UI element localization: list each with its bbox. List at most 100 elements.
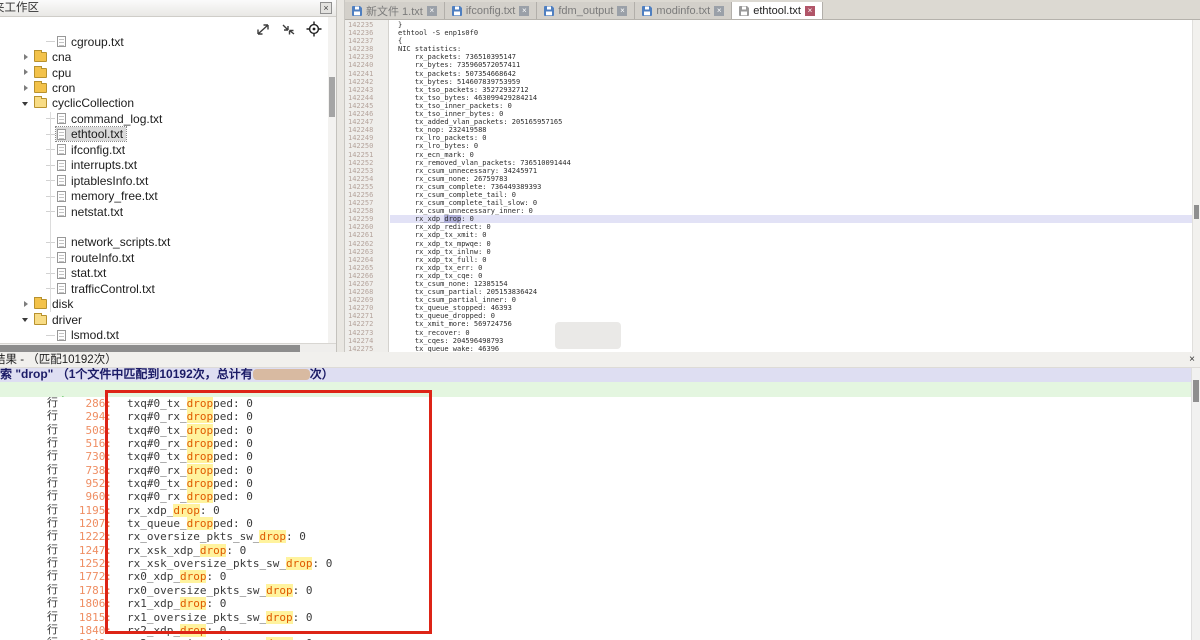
line-number: 142265: [345, 264, 388, 272]
line-number: 142251: [345, 151, 388, 159]
panel-splitter[interactable]: [337, 0, 345, 352]
sidebar-item-lsmod-txt[interactable]: lsmod.txt: [0, 327, 328, 342]
result-row-line-516[interactable]: 行516:rxq#0_rx_dropped: 0: [0, 437, 1191, 450]
tab-close-icon[interactable]: ×: [519, 6, 529, 16]
result-line-number: 1222:: [56, 530, 112, 543]
result-row-line-1815[interactable]: 行1815:rx1_oversize_pkts_sw_drop: 0: [0, 611, 1191, 624]
workspace-close-icon[interactable]: ×: [320, 2, 332, 14]
collapse-arrows-icon[interactable]: [281, 23, 296, 36]
result-row-line-1222[interactable]: 行1222:rx_oversize_pkts_sw_drop: 0: [0, 530, 1191, 543]
tab-close-icon[interactable]: ×: [714, 6, 724, 16]
match-highlight: drop: [187, 464, 214, 477]
folder-icon: [34, 68, 47, 78]
line-number: 142274: [345, 337, 388, 345]
result-match-text: txq#0_tx_dropped: 0: [127, 450, 253, 463]
results-file-path[interactable]: E:\日志\armod0523.odata.ncmp.unicom.locaar…: [0, 382, 1200, 397]
results-titlebar: 搜索结果 - （匹配10192次） ×: [0, 352, 1200, 368]
locate-target-icon[interactable]: [306, 21, 322, 37]
result-row-line-730[interactable]: 行730:txq#0_tx_dropped: 0: [0, 450, 1191, 463]
chevron-down-icon[interactable]: [22, 99, 31, 108]
code-line: rx_xdp_tx_err: 0: [390, 264, 1192, 272]
code-line: ethtool -S enp1s0f0: [390, 29, 1192, 37]
tab-ifconfig.txt[interactable]: ifconfig.txt×: [445, 2, 538, 19]
line-number: 142238: [345, 45, 388, 53]
scrollbar-thumb[interactable]: [0, 345, 300, 352]
result-line-number: 952:: [56, 477, 112, 490]
sidebar-item-driver[interactable]: driver: [0, 312, 328, 327]
result-row-line-952[interactable]: 行952:txq#0_tx_dropped: 0: [0, 477, 1191, 490]
scrollbar-thumb[interactable]: [1194, 205, 1199, 219]
tab-fdm_output[interactable]: fdm_output×: [537, 2, 635, 19]
match-highlight: drop: [266, 611, 293, 624]
tree-item-label: ethtool.txt: [71, 127, 123, 141]
tab-close-icon[interactable]: ×: [805, 6, 815, 16]
match-highlight: drop: [187, 410, 214, 423]
tab-close-icon[interactable]: ×: [617, 6, 627, 16]
scrollbar-thumb[interactable]: [329, 77, 335, 117]
code-line: rx_xdp_tx_cqe: 0: [390, 272, 1192, 280]
result-row-line-1772[interactable]: 行1772:rx0_xdp_drop: 0: [0, 570, 1191, 583]
sidebar-item-cron[interactable]: cron: [0, 80, 328, 95]
results-close-icon[interactable]: ×: [1189, 353, 1195, 367]
tree-horizontal-scrollbar[interactable]: [0, 343, 336, 352]
file-icon: [57, 129, 66, 140]
chevron-right-icon[interactable]: [22, 68, 31, 77]
selected-item-highlight[interactable]: ethtool.txt: [56, 127, 126, 141]
line-number: 142255: [345, 183, 388, 191]
chevron-right-icon[interactable]: [22, 84, 31, 93]
results-vertical-scrollbar[interactable]: [1191, 368, 1200, 640]
result-row-line-960[interactable]: 行960:rxq#0_rx_dropped: 0: [0, 490, 1191, 503]
result-line-number: 1252:: [56, 557, 112, 570]
result-row-line-1195[interactable]: 行1195:rx_xdp_drop: 0: [0, 504, 1191, 517]
code-line: {: [390, 37, 1192, 45]
match-highlight: drop: [187, 477, 214, 490]
file-icon: [57, 206, 66, 217]
workspace-toolbar: [256, 21, 322, 37]
code-editor[interactable]: 1422351422361422371422381422391422401422…: [345, 20, 1200, 352]
chevron-down-icon[interactable]: [22, 315, 31, 324]
result-row-line-738[interactable]: 行738:rxq#0_rx_dropped: 0: [0, 464, 1191, 477]
result-row-line-508[interactable]: 行508:txq#0_tx_dropped: 0: [0, 424, 1191, 437]
tree-item-label: trafficControl.txt: [71, 282, 155, 296]
folder-icon: [34, 83, 47, 93]
result-row-line-1207[interactable]: 行1207:tx_queue_dropped: 0: [0, 517, 1191, 530]
result-row-line-294[interactable]: 行294:rxq#0_rx_dropped: 0: [0, 410, 1191, 423]
result-match-text: rx_xdp_drop: 0: [127, 504, 220, 517]
tree-vertical-scrollbar[interactable]: [328, 17, 336, 343]
line-number: 142263: [345, 248, 388, 256]
file-icon: [57, 113, 66, 124]
sidebar-item-cyclicCollection[interactable]: cyclicCollection: [0, 96, 328, 111]
match-highlight: drop: [200, 544, 227, 557]
result-row-line-1247[interactable]: 行1247:rx_xsk_xdp_drop: 0: [0, 544, 1191, 557]
file-tree: cgroup.txtcnacpucroncyclicCollectioncomm…: [0, 17, 328, 343]
code-area[interactable]: }ethtool -S enp1s0f0{NIC statistics: rx_…: [390, 20, 1192, 352]
line-number: 142243: [345, 86, 388, 94]
result-row-line-1252[interactable]: 行1252:rx_xsk_oversize_pkts_sw_drop: 0: [0, 557, 1191, 570]
line-number: 142272: [345, 320, 388, 328]
result-row-line-1840[interactable]: 行1840:rx2_xdp_drop: 0: [0, 624, 1191, 637]
chevron-right-icon[interactable]: [22, 53, 31, 62]
tab-modinfo.txt[interactable]: modinfo.txt ×: [635, 2, 732, 19]
folder-open-icon: [34, 315, 47, 325]
tab-label: modinfo.txt: [656, 5, 710, 17]
code-line: tx_queue_wake: 46396: [390, 345, 1192, 352]
expand-arrows-icon[interactable]: [256, 23, 271, 36]
tab-新文件 1.txt[interactable]: 新文件 1.txt×: [345, 2, 445, 19]
folder-icon: [34, 52, 47, 62]
result-row-line-1781[interactable]: 行1781:rx0_oversize_pkts_sw_drop: 0: [0, 584, 1191, 597]
tab-ethtool.txt[interactable]: ethtool.txt×: [732, 2, 823, 19]
result-row-line-1806[interactable]: 行1806:rx1_xdp_drop: 0: [0, 597, 1191, 610]
chevron-right-icon[interactable]: [22, 300, 31, 309]
tree-guide: [46, 335, 55, 336]
sidebar-item-cpu[interactable]: cpu: [0, 65, 328, 80]
code-line: rx_csum_complete_tail: 0: [390, 191, 1192, 199]
results-list: 行286:txq#0_tx_dropped: 0行294:rxq#0_rx_dr…: [0, 397, 1191, 640]
code-line: rx_xdp_tx_mpwqe: 0: [390, 240, 1192, 248]
tab-close-icon[interactable]: ×: [427, 6, 437, 16]
result-row-line-286[interactable]: 行286:txq#0_tx_dropped: 0: [0, 397, 1191, 410]
scrollbar-thumb[interactable]: [1193, 380, 1199, 402]
result-line-number: 960:: [56, 490, 112, 503]
file-icon: [57, 144, 66, 155]
sidebar-item-cna[interactable]: cna: [0, 49, 328, 64]
editor-vertical-scrollbar[interactable]: [1192, 20, 1200, 352]
